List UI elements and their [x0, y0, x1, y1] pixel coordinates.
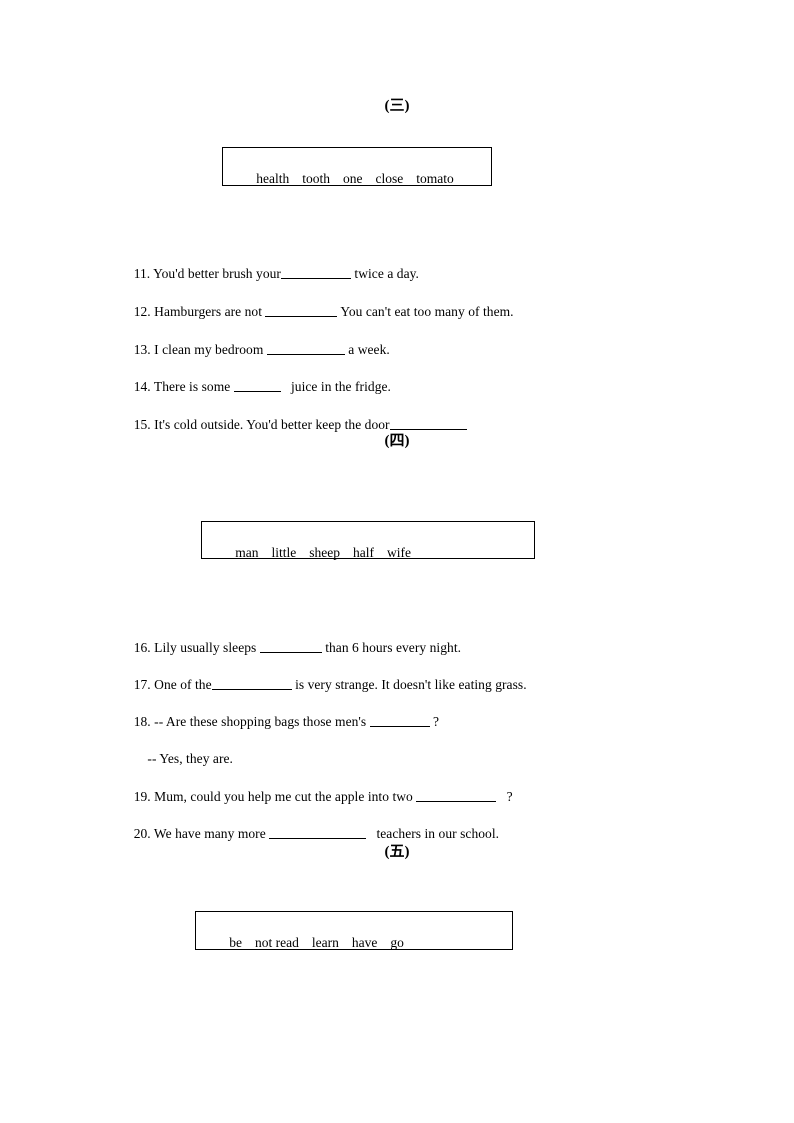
- answer-blank[interactable]: [265, 303, 338, 318]
- question-text: 14. There is some: [133, 379, 234, 395]
- word-bank-item: have: [351, 934, 378, 950]
- word-bank-item: one: [343, 170, 363, 186]
- question-text: 18. -- Are these shopping bags those men…: [133, 714, 370, 730]
- question-text: ?: [429, 714, 440, 730]
- question-text: 19. Mum, could you help me cut the apple…: [133, 789, 417, 805]
- answer-blank[interactable]: [369, 713, 430, 728]
- question-text: teachers in our school.: [366, 826, 500, 842]
- answer-blank[interactable]: [211, 676, 292, 691]
- word-bank-item: tooth: [302, 170, 331, 186]
- question-text: 17. One of the: [133, 677, 212, 693]
- question-text: juice in the fridge.: [280, 379, 391, 395]
- question-text: 20. We have many more: [133, 826, 270, 842]
- section-header-4: (四): [384, 433, 410, 449]
- answer-blank[interactable]: [389, 416, 467, 431]
- word-bank-item: sheep: [309, 544, 340, 560]
- section-header-5: (五): [384, 844, 410, 860]
- word-bank-content-3: health tooth one close tomato: [223, 148, 491, 202]
- question-text: 13. I clean my bedroom: [133, 342, 267, 358]
- answer-blank[interactable]: [280, 265, 351, 280]
- answer-blank[interactable]: [416, 788, 497, 803]
- question-text: ?: [496, 789, 513, 805]
- word-bank-box-3: health tooth one close tomato: [222, 147, 492, 186]
- word-bank-item: half: [353, 544, 374, 560]
- question-text: -- Yes, they are.: [133, 751, 233, 767]
- question-text: a week.: [344, 342, 390, 358]
- answer-blank[interactable]: [233, 378, 281, 393]
- word-bank-item: man: [235, 544, 259, 560]
- word-bank-item: not read: [255, 934, 299, 950]
- worksheet-page: (三) health tooth one close tomato 11. You'd …: [0, 0, 794, 1123]
- question-text: than 6 hours every night.: [321, 640, 462, 656]
- word-bank-item: wife: [387, 544, 411, 560]
- word-bank-item: close: [375, 170, 404, 186]
- answer-blank[interactable]: [269, 825, 367, 840]
- word-bank-item: go: [390, 934, 404, 950]
- question-text: 16. Lily usually sleeps: [133, 640, 260, 656]
- word-bank-content-4: man little sheep half wife: [202, 522, 534, 576]
- word-bank-item: learn: [311, 934, 339, 950]
- answer-blank[interactable]: [259, 639, 322, 654]
- answer-blank[interactable]: [266, 341, 345, 356]
- word-bank-item: tomato: [416, 170, 454, 186]
- word-bank-item: little: [271, 544, 297, 560]
- question-text: twice a day.: [350, 266, 419, 282]
- question-text: is very strange. It doesn't like eating …: [291, 677, 527, 693]
- section-header-3: (三): [384, 98, 410, 114]
- word-bank-content-5: be not read learn have go: [196, 912, 512, 966]
- question-text: 11. You'd better brush your: [133, 266, 281, 282]
- question-text: 12. Hamburgers are not: [133, 304, 266, 320]
- question-text: 15. It's cold outside. You'd better keep…: [133, 417, 390, 433]
- question-text: You can't eat too many of them.: [337, 304, 514, 320]
- word-bank-item: be: [229, 934, 242, 950]
- word-bank-box-4: man little sheep half wife: [201, 521, 535, 560]
- word-bank-item: health: [256, 170, 290, 186]
- word-bank-box-5: be not read learn have go: [195, 911, 513, 950]
